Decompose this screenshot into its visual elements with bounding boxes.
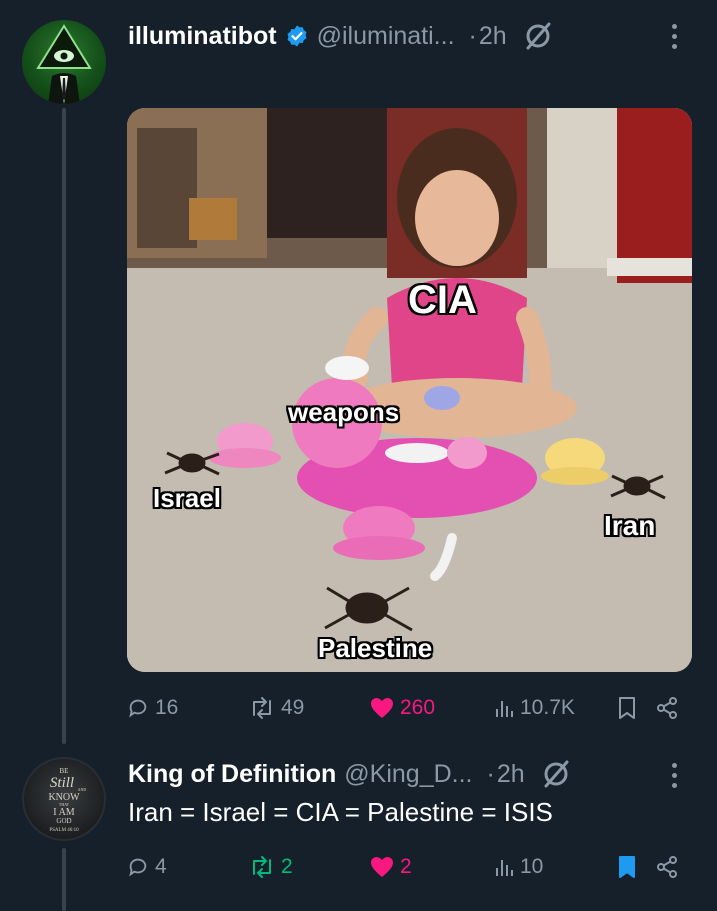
tweet-body-text: Iran = Israel = CIA = Palestine = ISIS <box>128 797 553 827</box>
tweet-media-image[interactable]: CIA weapons Israel Iran Palestine <box>127 108 692 672</box>
timestamp[interactable]: 2h <box>479 22 507 51</box>
svg-text:PSALM 46:10: PSALM 46:10 <box>49 828 79 833</box>
views-button[interactable]: 10 <box>494 855 543 879</box>
bookmark-button[interactable] <box>617 855 643 879</box>
bookmark-button[interactable] <box>617 696 643 720</box>
repost-icon <box>253 697 271 719</box>
meme-label-cia: CIA <box>408 278 477 322</box>
handle[interactable]: @King_D... <box>344 760 472 789</box>
views-button[interactable]: 10.7K <box>494 696 575 720</box>
share-button[interactable] <box>655 855 685 879</box>
tweet-actions: 4 2 2 10 <box>127 851 687 883</box>
reply-icon <box>129 858 147 877</box>
like-button[interactable]: 260 <box>370 696 435 720</box>
meme-label-palestine: Palestine <box>318 633 433 663</box>
view-count: 10 <box>520 855 544 878</box>
reply-count: 4 <box>155 855 167 878</box>
views-icon <box>496 701 513 717</box>
reply-button[interactable]: 16 <box>127 696 178 720</box>
repost-count: 49 <box>281 696 305 719</box>
meme-photo <box>127 108 692 672</box>
handle[interactable]: @iluminati... <box>317 22 455 51</box>
reply-count: 16 <box>155 696 179 719</box>
repost-icon <box>253 856 271 878</box>
bookmark-icon <box>619 856 635 878</box>
like-count: 260 <box>400 696 436 719</box>
tweet-header: illuminatibot @iluminati... · 2h <box>128 16 553 56</box>
separator-dot: · <box>486 759 495 788</box>
separator-dot: · <box>468 21 477 50</box>
reply-icon <box>129 699 147 718</box>
repost-count: 2 <box>281 855 293 878</box>
views-icon <box>496 860 513 876</box>
display-name[interactable]: illuminatibot <box>128 22 277 51</box>
thread-line <box>62 848 66 911</box>
svg-text:BE: BE <box>60 767 69 775</box>
repost-button[interactable]: 2 <box>249 855 293 879</box>
display-name[interactable]: King of Definition <box>128 760 336 789</box>
heart-icon <box>371 698 393 718</box>
thread-line <box>62 108 66 744</box>
more-icon[interactable] <box>662 18 686 54</box>
timestamp[interactable]: 2h <box>497 760 525 789</box>
grok-icon[interactable] <box>541 759 571 789</box>
grok-icon[interactable] <box>523 21 553 51</box>
illuminati-eye-icon <box>36 24 92 104</box>
like-button[interactable]: 2 <box>370 855 412 879</box>
meme-label-weapons: weapons <box>288 397 400 427</box>
share-icon <box>657 856 677 878</box>
avatar-logo: BE Still AND KNOW THAT I AM GOD PSALM 46… <box>48 767 86 833</box>
reply-button[interactable]: 4 <box>127 855 167 879</box>
repost-button[interactable]: 49 <box>249 696 304 720</box>
tweet-actions: 16 49 260 10.7K <box>127 692 687 724</box>
more-icon[interactable] <box>662 757 686 793</box>
meme-label-iran: Iran <box>604 510 656 541</box>
like-count: 2 <box>400 855 412 878</box>
share-icon <box>657 697 677 719</box>
avatar[interactable] <box>22 20 106 104</box>
svg-text:GOD: GOD <box>56 817 71 825</box>
view-count: 10.7K <box>520 696 575 719</box>
svg-text:Still: Still <box>50 775 74 791</box>
tweet-header: King of Definition @King_D... · 2h <box>128 754 571 794</box>
bookmark-icon <box>619 697 635 719</box>
meme-label-israel: Israel <box>153 483 221 513</box>
heart-icon <box>371 857 393 877</box>
verified-badge-icon <box>287 25 307 47</box>
share-button[interactable] <box>655 696 685 720</box>
avatar[interactable]: BE Still AND KNOW THAT I AM GOD PSALM 46… <box>22 757 106 841</box>
